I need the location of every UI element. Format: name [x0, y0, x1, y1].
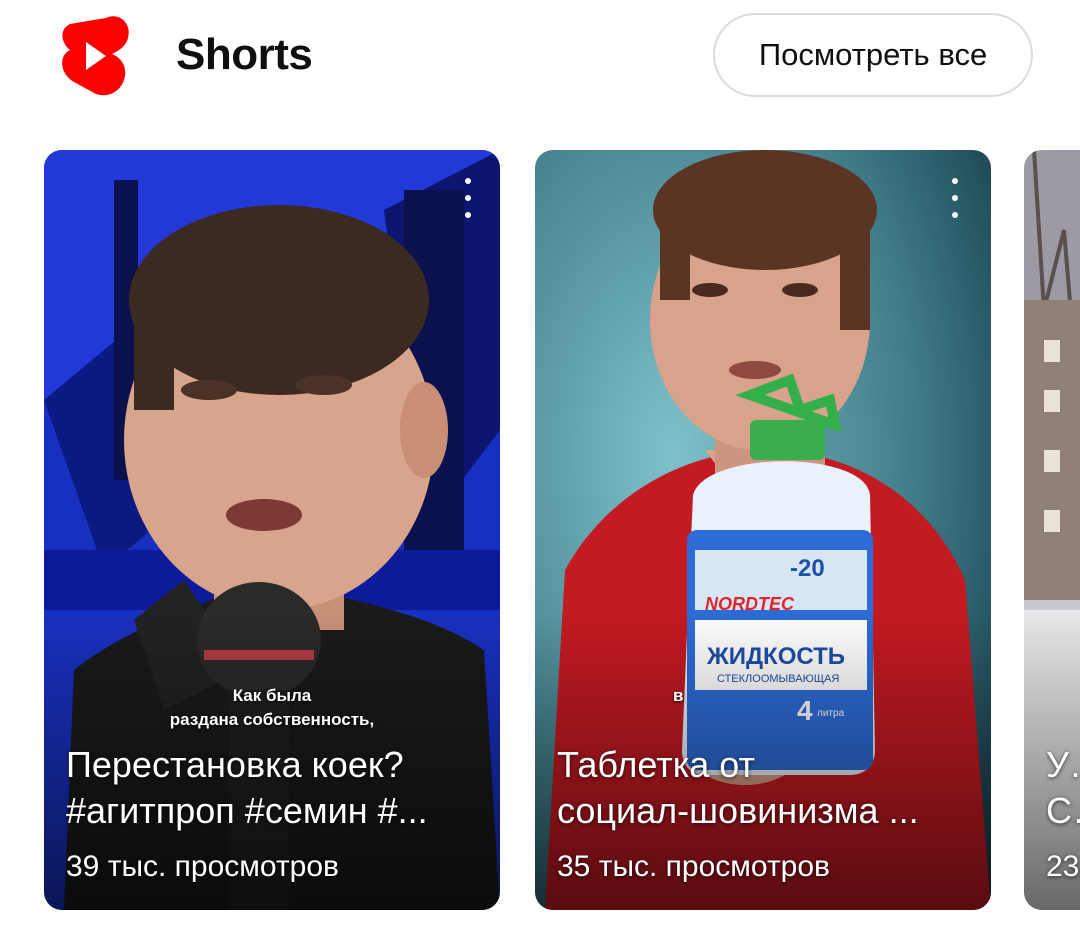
- short-video-card[interactable]: -20 NORDTEC ЖИДКОСТЬ СТЕКЛООМЫВАЮЩАЯ 4 л…: [535, 150, 991, 910]
- caption-line: Как была: [232, 686, 312, 705]
- short-video-card[interactable]: Уч Ст 23: [1024, 150, 1080, 910]
- short-video-card[interactable]: Как была раздана собственность, Перестан…: [44, 150, 500, 910]
- title-line: #агитпроп #семин #...: [66, 790, 428, 831]
- video-title[interactable]: Уч Ст: [1046, 742, 1080, 834]
- caption-line: раздана собственность,: [169, 710, 375, 729]
- title-line: Таблетка от: [557, 744, 755, 785]
- more-vert-icon[interactable]: [458, 178, 478, 218]
- video-caption: Как была раздана собственность,: [44, 684, 500, 732]
- more-vert-icon[interactable]: [945, 178, 965, 218]
- shorts-header: Shorts Посмотреть все: [0, 0, 1080, 120]
- view-count: 39 тыс. просмотров: [66, 850, 339, 883]
- title-line: Уч: [1046, 744, 1080, 785]
- section-title: Shorts: [176, 30, 313, 79]
- youtube-shorts-logo-icon: [62, 16, 129, 96]
- bottle-temp: -20: [790, 555, 825, 582]
- view-count: 23: [1046, 850, 1080, 883]
- see-all-button[interactable]: Посмотреть все: [713, 13, 1033, 97]
- title-line: Перестановка коек?: [66, 744, 404, 785]
- video-title[interactable]: Таблетка от социал-шовинизма ...: [557, 742, 967, 834]
- video-caption: в: [673, 684, 683, 708]
- view-count: 35 тыс. просмотров: [557, 850, 830, 883]
- title-line: социал-шовинизма ...: [557, 790, 919, 831]
- caption-line: в: [673, 686, 684, 705]
- title-line: Ст: [1046, 790, 1080, 831]
- video-title[interactable]: Перестановка коек? #агитпроп #семин #...: [66, 742, 476, 834]
